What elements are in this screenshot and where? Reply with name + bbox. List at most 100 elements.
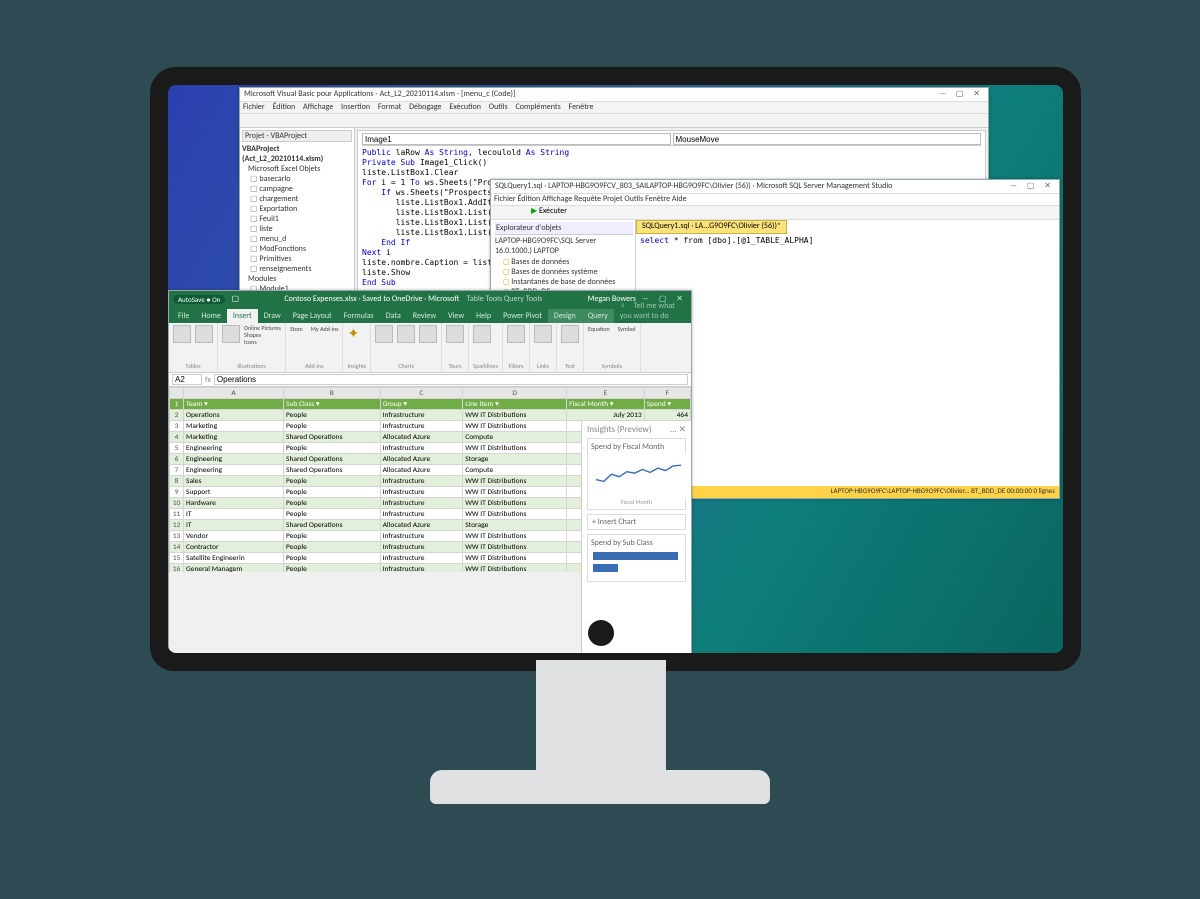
myaddins-button[interactable]: My Add-ins	[311, 325, 339, 333]
tab-file[interactable]: File	[172, 309, 195, 323]
vba-menubar[interactable]: Fichier Édition Affichage Insertion Form…	[240, 102, 988, 114]
ssms-toolbar[interactable]: ▶ Exécuter	[491, 206, 1059, 220]
menu-file[interactable]: Fichier	[494, 194, 516, 204]
pivotchart-icon[interactable]	[419, 325, 437, 343]
tree-item[interactable]: Exportation	[250, 204, 352, 214]
autosave-toggle[interactable]: AutoSave ● On	[173, 295, 225, 304]
menu-window[interactable]: Fenêtre	[569, 102, 594, 112]
editor-tab[interactable]: SQLQuery1.sql · LA...G9O9FC\Olivier (56)…	[636, 220, 787, 234]
formula-bar[interactable]: fx	[169, 373, 691, 387]
menu-file[interactable]: Fichier	[243, 102, 265, 112]
tree-item[interactable]: campagne	[250, 184, 352, 194]
tab-help[interactable]: Help	[470, 309, 497, 323]
table-header[interactable]: Line Item ▾	[463, 399, 567, 410]
tree-item[interactable]: Bases de données système	[503, 267, 633, 277]
tree-item[interactable]: chargement	[250, 194, 352, 204]
project-root[interactable]: VBAProject (Act_L2_20210114.xlsm)	[242, 144, 352, 164]
table-header[interactable]: Group ▾	[380, 399, 463, 410]
menu-view[interactable]: Affichage	[303, 102, 333, 112]
column-header[interactable]: C	[380, 388, 463, 399]
server-node[interactable]: LAPTOP-HBG9O9FC\SQL Server 16.0.1000.) L…	[495, 236, 633, 256]
menu-tools[interactable]: Outils	[489, 102, 508, 112]
project-folder[interactable]: Microsoft Excel Objets	[248, 164, 352, 174]
tab-data[interactable]: Data	[380, 309, 407, 323]
window-controls[interactable]: — ▢ ✕	[1010, 181, 1055, 192]
modules-folder[interactable]: Modules	[248, 274, 352, 284]
procedure-dropdown[interactable]	[673, 133, 982, 145]
tab-pagelayout[interactable]: Page Layout	[287, 309, 338, 323]
sql-text[interactable]: * from [dbo].[@1_TABLE_ALPHA]	[674, 236, 814, 245]
ribbon[interactable]: Tables Online PicturesShapesIconsIllustr…	[169, 323, 691, 373]
project-explorer[interactable]: Projet - VBAProject VBAProject (Act_L2_2…	[240, 128, 355, 311]
tree-item[interactable]: Feuil1	[250, 214, 352, 224]
sparkline-icon[interactable]	[473, 325, 491, 343]
ssms-menubar[interactable]: Fichier Édition Affichage Requête Projet…	[491, 194, 1059, 206]
insight-card-2[interactable]: Spend by Sub Class	[587, 534, 686, 582]
tree-item[interactable]: basecarlo	[250, 174, 352, 184]
store-button[interactable]: Store	[290, 325, 303, 333]
fx-icon[interactable]: fx	[205, 375, 211, 385]
menu-addins[interactable]: Compléments	[516, 102, 561, 112]
menu-format[interactable]: Format	[378, 102, 401, 112]
excel-window[interactable]: AutoSave ● On ▢ Contoso Expenses.xlsx · …	[168, 290, 692, 653]
threed-map-icon[interactable]	[446, 325, 464, 343]
formula-input[interactable]	[214, 374, 688, 385]
tab-design[interactable]: Design	[548, 309, 582, 323]
excel-titlebar[interactable]: AutoSave ● On ▢ Contoso Expenses.xlsx · …	[169, 291, 691, 307]
vba-titlebar[interactable]: Microsoft Visual Basic pour Applications…	[240, 88, 988, 102]
column-header[interactable]: B	[284, 388, 381, 399]
sql-editor[interactable]: SQLQuery1.sql · LA...G9O9FC\Olivier (56)…	[636, 220, 1059, 484]
insert-chart-button[interactable]: + Insert Chart	[587, 514, 686, 530]
link-icon[interactable]	[534, 325, 552, 343]
object-dropdown[interactable]	[362, 133, 671, 145]
table-header[interactable]: Team ▾	[184, 399, 284, 410]
pictures-icon[interactable]	[222, 325, 240, 343]
equation-button[interactable]: Equation	[588, 325, 610, 333]
insights-pane[interactable]: Insights (Preview)… ✕ Spend by Fiscal Mo…	[581, 421, 691, 653]
close-icon[interactable]: … ✕	[670, 424, 686, 435]
quick-save-icon[interactable]: ▢	[231, 294, 239, 304]
menu-query[interactable]: Requête	[574, 194, 601, 204]
column-header[interactable]: D	[463, 388, 567, 399]
rec-charts-icon[interactable]	[375, 325, 393, 343]
tab-view[interactable]: View	[442, 309, 470, 323]
table-header[interactable]: Sub Class ▾	[284, 399, 381, 410]
slicer-icon[interactable]	[507, 325, 525, 343]
textbox-icon[interactable]	[561, 325, 579, 343]
column-header[interactable]: E	[567, 388, 645, 399]
execute-button[interactable]: Exécuter	[539, 206, 567, 216]
vba-toolbar[interactable]	[240, 114, 988, 128]
tab-draw[interactable]: Draw	[258, 309, 287, 323]
tree-item[interactable]: ModFonctions	[250, 244, 352, 254]
tell-me-search[interactable]: Tell me what you want to do	[620, 299, 675, 323]
tab-review[interactable]: Review	[407, 309, 442, 323]
symbol-button[interactable]: Symbol	[618, 325, 636, 333]
ssms-titlebar[interactable]: SQLQuery1.sql · LAPTOP-HBG9O9FCV_803_SAI…	[491, 180, 1059, 194]
tab-home[interactable]: Home	[195, 309, 227, 323]
menu-edit[interactable]: Édition	[518, 194, 541, 204]
tree-item[interactable]: Bases de données	[503, 257, 633, 267]
menu-view[interactable]: Affichage	[542, 194, 572, 204]
insights-icon[interactable]: ✦	[347, 325, 359, 342]
menu-insert[interactable]: Insertion	[341, 102, 370, 112]
column-header[interactable]: A	[184, 388, 284, 399]
rec-pivottable-icon[interactable]	[195, 325, 213, 343]
tree-item[interactable]: liste	[250, 224, 352, 234]
maps-icon[interactable]	[397, 325, 415, 343]
tab-insert[interactable]: Insert	[227, 309, 258, 323]
menu-window[interactable]: Fenêtre	[645, 194, 670, 204]
name-box[interactable]	[172, 374, 202, 385]
tree-item[interactable]: Instantanés de base de données	[503, 277, 633, 287]
column-header[interactable]: F	[644, 388, 690, 399]
ribbon-tabs[interactable]: File Home Insert Draw Page Layout Formul…	[169, 307, 691, 323]
tree-item[interactable]: Primitives	[250, 254, 352, 264]
menu-edit[interactable]: Édition	[273, 102, 296, 112]
table-header[interactable]: Spend ▾	[644, 399, 690, 410]
tab-formulas[interactable]: Formulas	[338, 309, 380, 323]
menu-help[interactable]: Aide	[672, 194, 687, 204]
menu-run[interactable]: Exécution	[449, 102, 481, 112]
tab-query[interactable]: Query	[582, 309, 614, 323]
tree-item[interactable]: menu_d	[250, 234, 352, 244]
window-controls[interactable]: — ▢ ✕	[939, 89, 984, 100]
insight-card-1[interactable]: Spend by Fiscal Month Fiscal Month	[587, 438, 686, 510]
